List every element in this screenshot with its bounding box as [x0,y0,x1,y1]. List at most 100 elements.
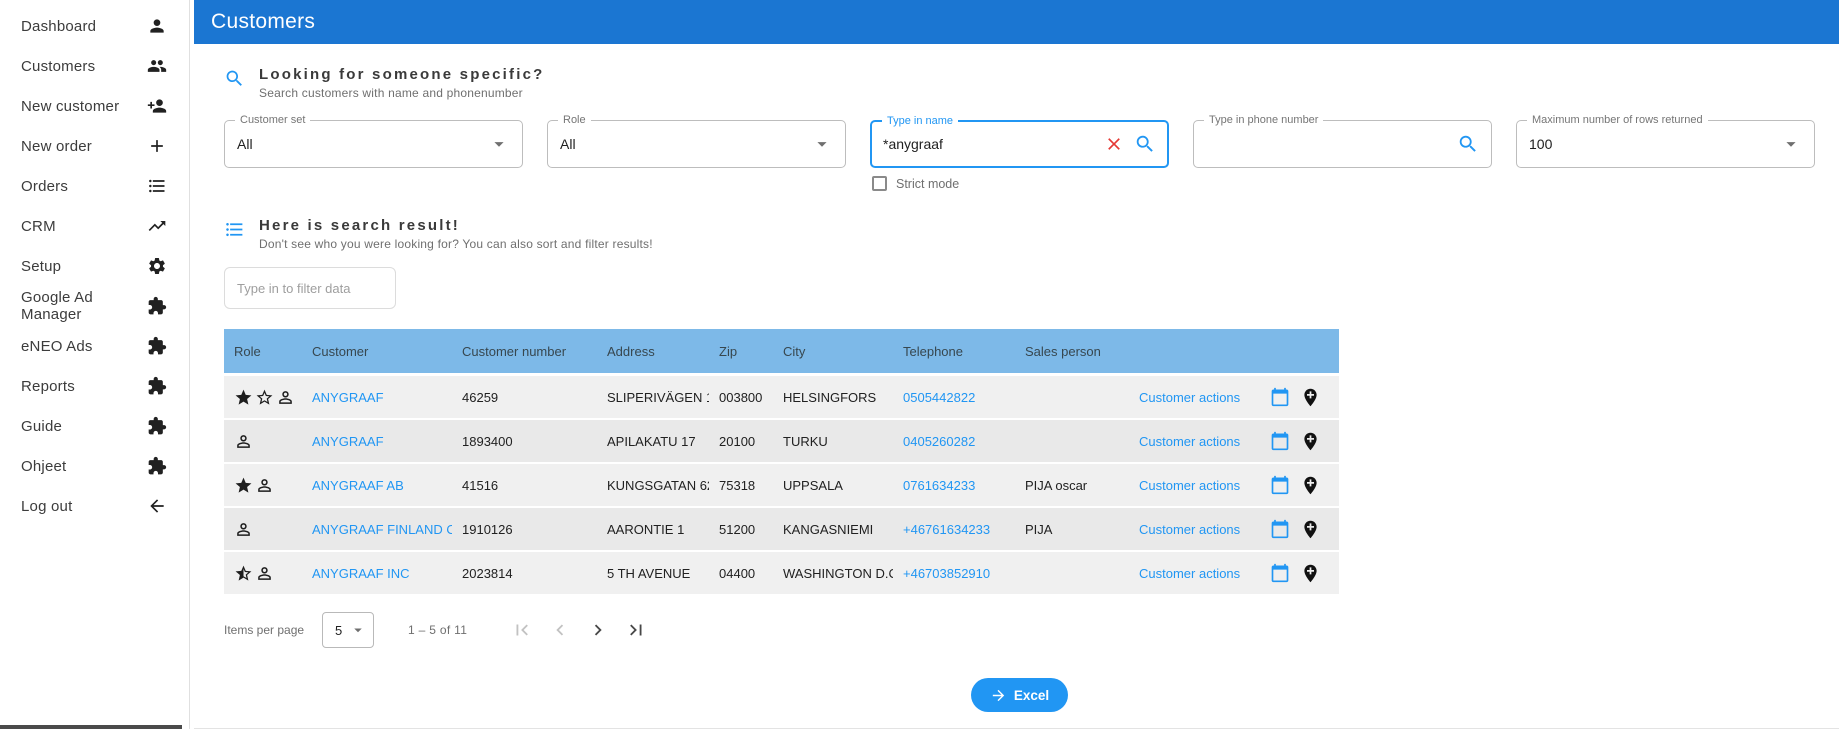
sidebar-item-reports[interactable]: Reports [0,366,189,406]
sidebar-item-label: Orders [21,178,68,195]
address-cell: APILAKATU 17 [597,434,709,449]
chevron-down-icon [811,133,833,155]
person-add-icon [147,96,167,116]
max-rows-select[interactable]: Maximum number of rows returned 100 [1516,120,1815,168]
calendar-icon[interactable] [1270,519,1290,539]
add-location-icon[interactable] [1300,387,1321,408]
sidebar-item-orders[interactable]: Orders [0,166,189,206]
role-icons [224,520,302,539]
phone-field-label: Type in phone number [1204,114,1323,126]
address-cell: SLIPERIVÄGEN 10 [597,390,709,405]
column-header-telephone[interactable]: Telephone [893,344,1015,359]
strict-mode-checkbox[interactable] [872,176,887,191]
customer-link[interactable]: ANYGRAAF [312,390,384,405]
column-header-customer-number[interactable]: Customer number [452,344,597,359]
calendar-icon[interactable] [1270,387,1290,407]
customer-link[interactable]: ANYGRAAF AB [312,478,404,493]
sidebar-item-eneo-ads[interactable]: eNEO Ads [0,326,189,366]
filter-input[interactable] [224,267,396,309]
customer-set-value: All [237,136,488,152]
column-header-city[interactable]: City [773,344,893,359]
column-header-role[interactable]: Role [224,344,302,359]
sidebar-item-crm[interactable]: CRM [0,206,189,246]
table-row: ANYGRAAF 46259 SLIPERIVÄGEN 10 003800 HE… [224,376,1339,418]
results-table: Role Customer Customer number Address Zi… [224,329,1339,594]
customer-link[interactable]: ANYGRAAF INC [312,566,410,581]
page-header: Customers [194,0,1839,44]
add-location-icon[interactable] [1300,519,1321,540]
sidebar-item-logout[interactable]: Log out [0,486,189,526]
sidebar-item-guide[interactable]: Guide [0,406,189,446]
telephone-link[interactable]: +46761634233 [903,522,990,537]
calendar-icon[interactable] [1270,431,1290,451]
sales-person-cell: PIJA oscar [1015,478,1119,493]
sidebar-item-label: Ohjeet [21,458,66,475]
role-label: Role [558,114,591,126]
zip-cell: 51200 [709,522,773,537]
telephone-link[interactable]: 0761634233 [903,478,975,493]
zip-cell: 75318 [709,478,773,493]
sidebar-item-google-ad-manager[interactable]: Google Ad Manager [0,286,189,326]
customer-link[interactable]: ANYGRAAF FINLAND OY [312,522,452,537]
sidebar: Dashboard Customers New customer New ord… [0,0,190,729]
sidebar-item-setup[interactable]: Setup [0,246,189,286]
customer-link[interactable]: ANYGRAAF [312,434,384,449]
sidebar-item-label: Log out [21,498,72,515]
sidebar-item-new-customer[interactable]: New customer [0,86,189,126]
clear-icon[interactable] [1104,134,1124,154]
chevron-down-icon [349,621,367,639]
search-icon[interactable] [1457,133,1479,155]
telephone-link[interactable]: 0505442822 [903,390,975,405]
column-header-customer[interactable]: Customer [302,344,452,359]
customer-actions-link[interactable]: Customer actions [1139,478,1240,493]
last-page-icon[interactable] [625,619,647,641]
sales-person-cell: PIJA [1015,522,1119,537]
role-select[interactable]: Role All [547,120,846,168]
calendar-icon[interactable] [1270,475,1290,495]
page-range-label: 1 – 5 of 11 [408,623,467,637]
search-icon[interactable] [1134,133,1156,155]
strict-mode-row: Strict mode [870,176,1169,191]
table-row: ANYGRAAF INC 2023814 5 TH AVENUE 04400 W… [224,552,1339,594]
role-icons [224,432,302,451]
sidebar-item-customers[interactable]: Customers [0,46,189,86]
first-page-icon[interactable] [511,619,533,641]
customer-actions-link[interactable]: Customer actions [1139,522,1240,537]
customer-number-cell: 46259 [452,390,597,405]
excel-button[interactable]: Excel [971,678,1068,712]
puzzle-icon [147,296,167,316]
phone-input[interactable] [1206,136,1457,152]
column-header-address[interactable]: Address [597,344,709,359]
add-location-icon[interactable] [1300,475,1321,496]
customer-number-cell: 41516 [452,478,597,493]
previous-page-icon[interactable] [549,619,571,641]
results-subtitle: Don't see who you were looking for? You … [259,237,653,251]
list-icon [224,219,245,240]
customer-set-select[interactable]: Customer set All [224,120,523,168]
add-location-icon[interactable] [1300,431,1321,452]
items-per-page-select[interactable]: 5 [322,612,374,648]
zip-cell: 20100 [709,434,773,449]
customer-actions-link[interactable]: Customer actions [1139,434,1240,449]
column-header-zip[interactable]: Zip [709,344,773,359]
name-input[interactable] [883,136,1104,152]
telephone-link[interactable]: 0405260282 [903,434,975,449]
calendar-icon[interactable] [1270,563,1290,583]
horizontal-scrollbar[interactable] [0,725,182,729]
sidebar-item-new-order[interactable]: New order [0,126,189,166]
sidebar-item-dashboard[interactable]: Dashboard [0,6,189,46]
sidebar-item-label: Google Ad Manager [21,289,147,323]
sidebar-item-ohjeet[interactable]: Ohjeet [0,446,189,486]
next-page-icon[interactable] [587,619,609,641]
arrow-left-icon [147,496,167,516]
telephone-link[interactable]: +46703852910 [903,566,990,581]
city-cell: UPPSALA [773,478,893,493]
column-header-sales-person[interactable]: Sales person [1015,344,1119,359]
customer-actions-link[interactable]: Customer actions [1139,390,1240,405]
add-location-icon[interactable] [1300,563,1321,584]
pagination: Items per page 5 1 – 5 of 11 [224,612,1815,648]
role-icons [224,476,302,495]
customer-number-cell: 2023814 [452,566,597,581]
person-icon [147,16,167,36]
customer-actions-link[interactable]: Customer actions [1139,566,1240,581]
